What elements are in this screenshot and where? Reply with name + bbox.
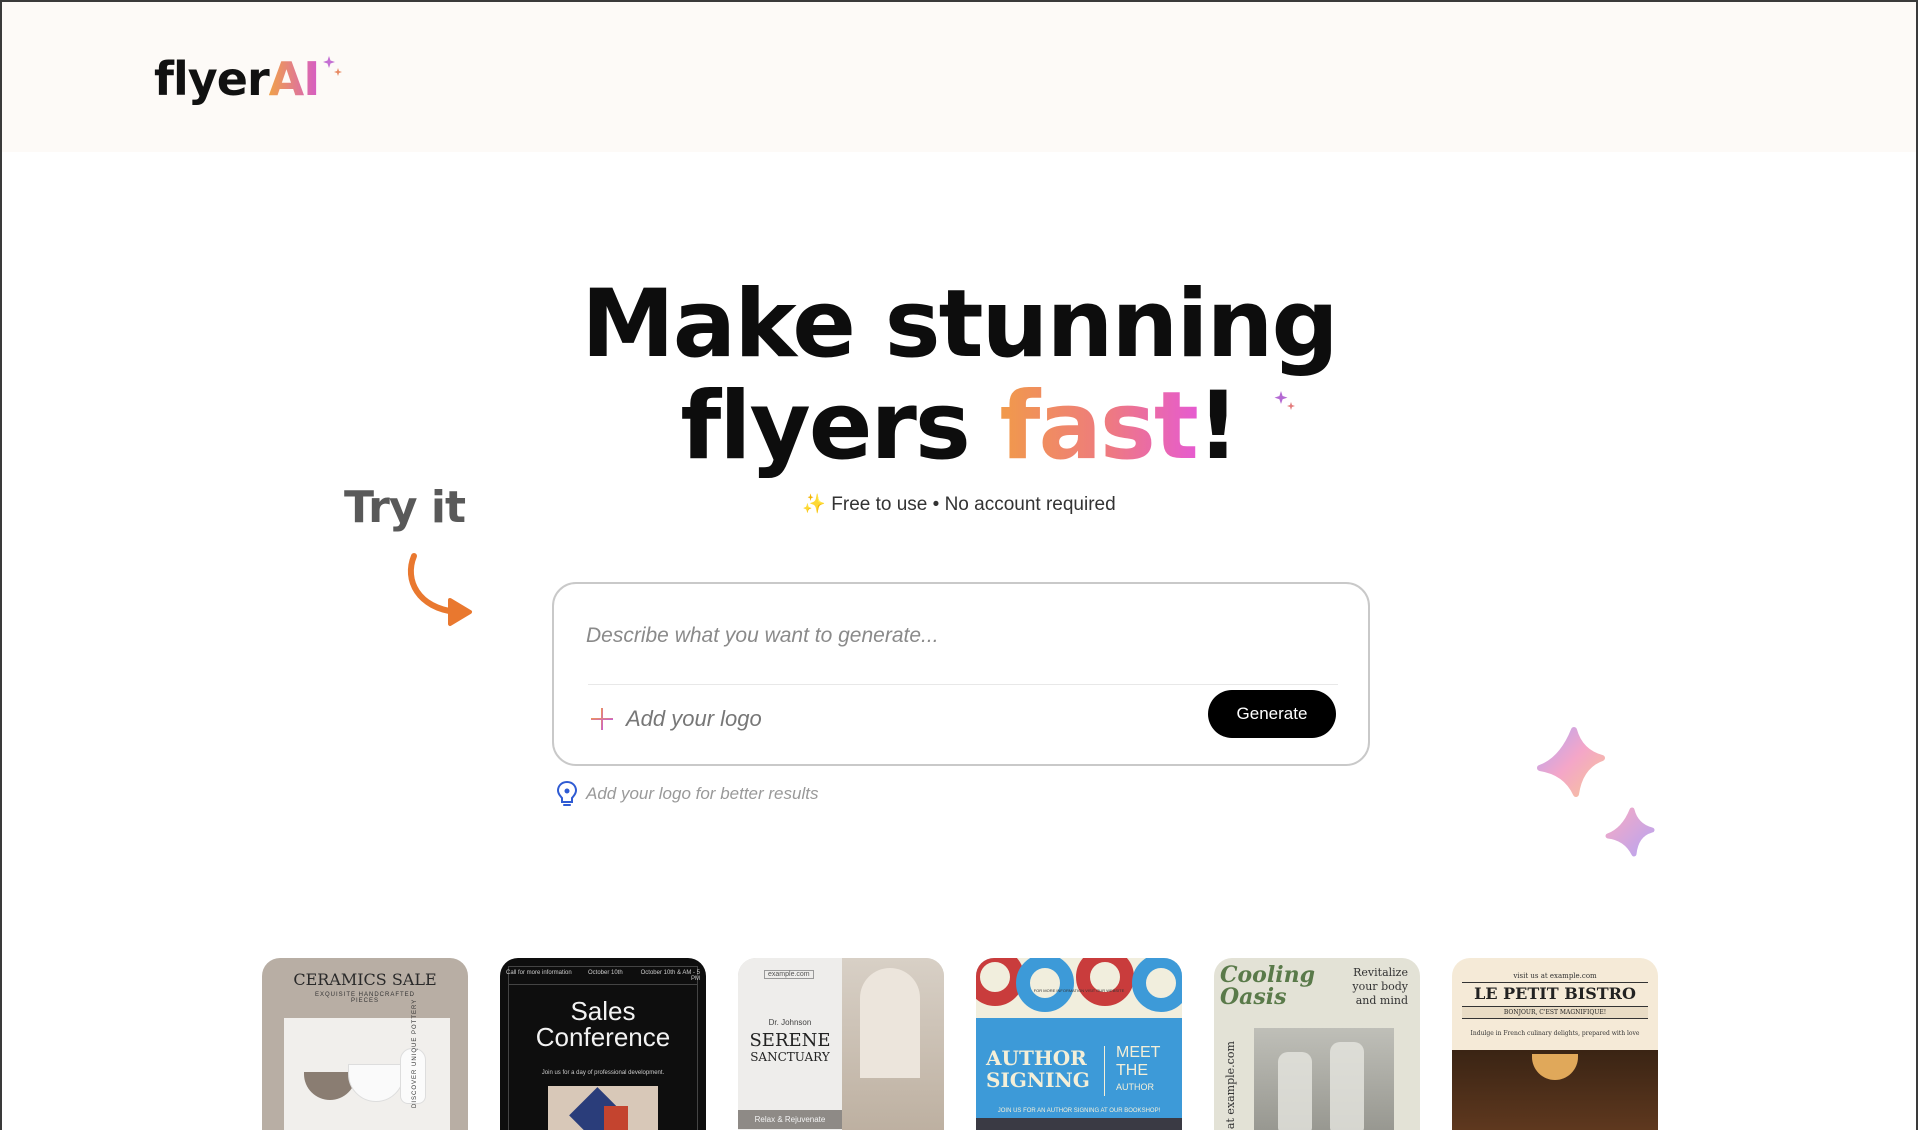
spa-photo: [842, 958, 944, 1130]
card-title-line2: SANCTUARY: [750, 1050, 830, 1064]
abstract-art: [548, 1086, 658, 1130]
hero-line-1: Make stunning: [581, 270, 1339, 379]
card-side-text: DISCOVER UNIQUE POTTERY: [412, 998, 418, 1108]
card-top-right: October 10th & AM - 5 PM: [640, 970, 700, 982]
card-right-1: Revitalize: [1353, 966, 1408, 979]
card-title: LE PETIT BISTRO: [1474, 984, 1636, 1003]
hero-accent-word: fast: [999, 372, 1199, 481]
card-top-mid: October 10th: [588, 970, 623, 976]
hero-line-2-prefix: flyers: [680, 372, 1000, 481]
template-card-cooling-oasis[interactable]: Cooling Oasis Revitalize your body and m…: [1214, 958, 1420, 1130]
card-meet: MEET: [1116, 1044, 1161, 1061]
lightbulb-icon: [556, 780, 578, 806]
try-it-label: Try it: [344, 482, 466, 533]
generate-button[interactable]: Generate: [1208, 690, 1336, 738]
curved-arrow-icon: [407, 553, 472, 626]
card-url: example.com: [764, 970, 814, 979]
template-card-sales-conference[interactable]: Call for more information October 10th O…: [500, 958, 706, 1130]
top-header: flyerAI: [2, 2, 1916, 152]
restaurant-photo: [1452, 1050, 1658, 1130]
template-card-ceramics[interactable]: CERAMICS SALE EXQUISITE HANDCRAFTED PIEC…: [262, 958, 468, 1130]
template-card-author-signing[interactable]: FOR MORE INFORMATION VISIT OUR WEBSITE A…: [976, 958, 1182, 1130]
card-top: visit us at example.com: [1513, 972, 1597, 980]
sparkles-icon: ✨: [802, 494, 826, 515]
crowd-photo: [976, 1118, 1182, 1130]
hint-text: Add your logo for better results: [586, 784, 819, 803]
card-vertical-divider: [1104, 1046, 1105, 1096]
card-the: THE: [1116, 1062, 1148, 1079]
card-subtitle: BONJOUR, C'EST MAGNIFIQUE!: [1462, 1006, 1648, 1019]
prompt-input[interactable]: [586, 616, 1326, 656]
hero-line-2: flyers fast!: [2, 376, 1916, 478]
card-right-3: and mind: [1355, 994, 1408, 1007]
sparkle-icon: [323, 56, 342, 76]
card-title-line2: Conference: [535, 1022, 671, 1052]
flyer-gallery: CERAMICS SALE EXQUISITE HANDCRAFTED PIEC…: [262, 958, 1662, 1130]
logo-text: flyer: [154, 52, 270, 106]
decorative-stars-icon: [1537, 727, 1655, 857]
plus-icon: [591, 708, 613, 730]
template-card-serene-sanctuary[interactable]: example.com Dr. Johnson SERENE SANCTUARY…: [738, 958, 944, 1130]
card-title-line1: SERENE: [749, 1030, 831, 1051]
card-subtitle: EXQUISITE HANDCRAFTED PIECES: [314, 992, 415, 1004]
card-top: FOR MORE INFORMATION VISIT OUR WEBSITE: [1033, 988, 1125, 993]
card-title-line2: SIGNING: [986, 1068, 1090, 1092]
card-right-2: your body: [1352, 980, 1408, 993]
flyerai-logo[interactable]: flyerAI: [154, 52, 321, 106]
card-top-divider: [508, 984, 698, 985]
card-title: CERAMICS SALE: [293, 970, 437, 989]
card-body: Indulge in French culinary delights, pre…: [1470, 1030, 1640, 1037]
card-author: AUTHOR: [1116, 1082, 1154, 1092]
prompt-divider: [588, 684, 1338, 685]
hero-heading: Make stunning flyers fast!: [2, 274, 1916, 478]
card-body: Join us for a day of professional develo…: [541, 1070, 665, 1076]
add-logo-button[interactable]: Add your logo: [590, 706, 762, 732]
pottery-photo: [284, 1018, 450, 1130]
subtitle-text: Free to use • No account required: [831, 494, 1116, 515]
card-top-left: Call for more information: [506, 970, 572, 976]
template-card-le-petit-bistro[interactable]: visit us at example.com LE PETIT BISTRO …: [1452, 958, 1658, 1130]
card-side-text: w at example.com: [1224, 1041, 1237, 1130]
logo-hint: Add your logo for better results: [556, 780, 818, 808]
sparkle-icon: [1274, 391, 1295, 410]
card-footer: Relax & Rejuvenate: [738, 1110, 842, 1129]
logo-accent: AI: [268, 52, 321, 106]
bottles-photo: [1254, 1028, 1394, 1130]
card-rule-top: [1462, 982, 1648, 983]
prompt-card: Add your logo Generate: [552, 582, 1370, 766]
card-title-line1: AUTHOR: [986, 1046, 1087, 1070]
hero-subtitle: ✨ Free to use • No account required: [2, 492, 1916, 516]
card-footer: JOIN US FOR AN AUTHOR SIGNING AT OUR BOO…: [997, 1108, 1161, 1114]
hero-line-2-suffix: !: [1196, 372, 1240, 481]
add-logo-label: Add your logo: [626, 706, 762, 731]
card-title-line2: Oasis: [1220, 984, 1287, 1010]
card-name: Dr. Johnson: [768, 1018, 812, 1027]
